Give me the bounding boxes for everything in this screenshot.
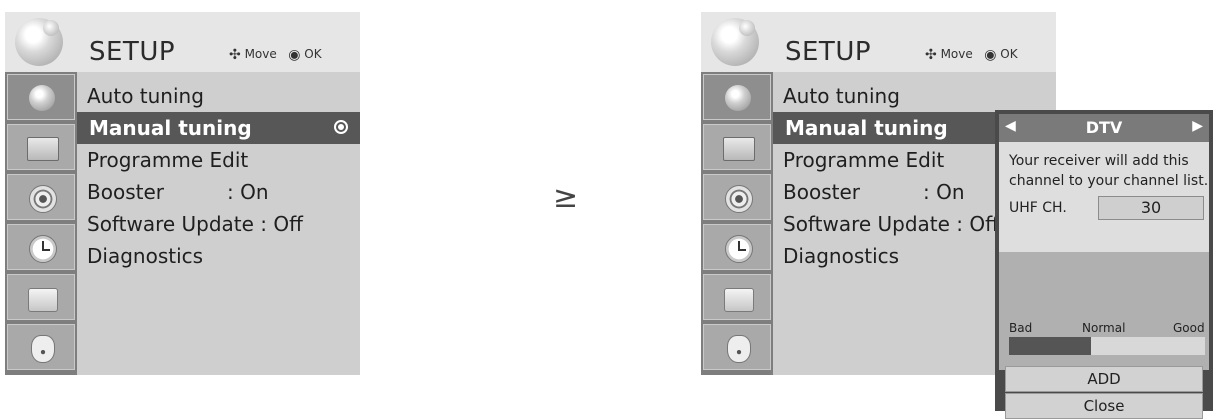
category-sidebar — [701, 72, 773, 375]
menu-item-label: Booster — [783, 180, 860, 204]
help-hints: ✣ Move ◉ OK — [229, 47, 322, 63]
help-ok-label: OK — [304, 47, 322, 61]
menu-item-diagnostics[interactable]: Diagnostics — [87, 244, 203, 268]
category-sidebar — [5, 72, 77, 375]
sidebar-item-time[interactable] — [7, 224, 75, 270]
menu-item-auto-tuning[interactable]: Auto tuning — [783, 84, 900, 108]
satellite-dish-logo-icon — [711, 18, 759, 66]
right-arrow-icon[interactable]: ▶ — [1192, 118, 1203, 134]
menu-item-software-update[interactable]: Software Update : Off — [783, 212, 999, 236]
satellite-dish-logo-icon — [15, 18, 63, 66]
menu-header: SETUP ✣ Move ◉ OK — [701, 12, 1056, 72]
tv-picture-icon — [723, 137, 755, 161]
menu-item-diagnostics[interactable]: Diagnostics — [783, 244, 899, 268]
sidebar-item-setup[interactable] — [703, 74, 771, 120]
ok-icon: ◉ — [984, 47, 997, 63]
signal-normal-label: Normal — [1082, 321, 1126, 335]
menu-item-label: Manual tuning — [89, 116, 252, 140]
selected-radio-icon — [334, 120, 348, 134]
help-move-label: Move — [244, 47, 277, 61]
signal-bad-label: Bad — [1009, 321, 1033, 335]
broadcast-type-selector[interactable]: ◀ DTV ▶ — [999, 114, 1209, 142]
sidebar-item-lock[interactable] — [7, 324, 75, 370]
menu-title: SETUP — [785, 37, 872, 67]
setup-menu-left: SETUP ✣ Move ◉ OK Auto tuning Manual tun… — [5, 12, 360, 375]
lock-icon — [31, 335, 55, 363]
signal-good-label: Good — [1173, 321, 1205, 335]
tv-picture-icon — [27, 137, 59, 161]
menu-item-label: Booster — [87, 180, 164, 204]
sidebar-item-audio[interactable] — [703, 174, 771, 220]
ok-icon: ◉ — [288, 47, 301, 63]
menu-item-label: Manual tuning — [785, 116, 948, 140]
close-button[interactable]: Close — [1005, 393, 1203, 419]
toolbox-option-icon — [724, 288, 754, 312]
menu-header: SETUP ✣ Move ◉ OK — [5, 12, 360, 72]
move-icon: ✣ — [925, 47, 937, 63]
menu-item-manual-tuning[interactable]: Manual tuning — [77, 112, 360, 144]
help-hints: ✣ Move ◉ OK — [925, 47, 1018, 63]
help-ok-label: OK — [1000, 47, 1018, 61]
booster-value: : On — [923, 180, 965, 204]
lock-icon — [727, 335, 751, 363]
sidebar-item-setup[interactable] — [7, 74, 75, 120]
menu-item-auto-tuning[interactable]: Auto tuning — [87, 84, 204, 108]
channel-number-field[interactable]: 30 — [1098, 196, 1204, 220]
sidebar-item-lock[interactable] — [703, 324, 771, 370]
transition-arrow: ≥ — [553, 180, 579, 215]
channel-label: UHF CH. — [1009, 200, 1067, 216]
popup-message: Your receiver will add this channel to y… — [1009, 153, 1209, 189]
help-move-label: Move — [940, 47, 973, 61]
clock-time-icon — [29, 235, 57, 263]
menu-item-software-update[interactable]: Software Update : Off — [87, 212, 303, 236]
clock-time-icon — [725, 235, 753, 263]
sidebar-item-picture[interactable] — [703, 124, 771, 170]
sidebar-item-picture[interactable] — [7, 124, 75, 170]
setup-item-list: Auto tuning Manual tuning Programme Edit… — [77, 72, 360, 375]
menu-item-booster[interactable]: Booster : On — [783, 180, 965, 204]
manual-tuning-popup: ◀ DTV ▶ Your receiver will add this chan… — [995, 110, 1213, 419]
speaker-audio-icon — [725, 185, 753, 213]
booster-value: : On — [227, 180, 269, 204]
menu-title: SETUP — [89, 37, 176, 67]
satellite-dish-icon — [29, 85, 55, 111]
signal-strength-bar — [1009, 337, 1205, 355]
menu-item-programme-edit[interactable]: Programme Edit — [87, 148, 248, 172]
sidebar-item-time[interactable] — [703, 224, 771, 270]
toolbox-option-icon — [28, 288, 58, 312]
speaker-audio-icon — [29, 185, 57, 213]
broadcast-type-label: DTV — [1085, 118, 1123, 137]
menu-item-booster[interactable]: Booster : On — [87, 180, 269, 204]
sidebar-item-audio[interactable] — [7, 174, 75, 220]
sidebar-item-option[interactable] — [7, 274, 75, 320]
satellite-dish-icon — [725, 85, 751, 111]
move-icon: ✣ — [229, 47, 241, 63]
add-button[interactable]: ADD — [1005, 366, 1203, 392]
menu-item-programme-edit[interactable]: Programme Edit — [783, 148, 944, 172]
signal-strength-fill — [1009, 337, 1092, 355]
sidebar-item-option[interactable] — [703, 274, 771, 320]
